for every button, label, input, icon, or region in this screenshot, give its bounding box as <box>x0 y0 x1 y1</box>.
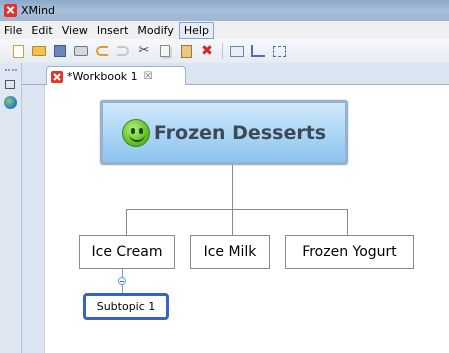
cut-icon: ✂ <box>138 43 150 58</box>
left-sidebar-strip <box>0 63 22 353</box>
undo-icon <box>96 46 108 56</box>
smiley-icon <box>121 118 150 147</box>
connector-line <box>126 209 347 210</box>
menu-edit[interactable]: Edit <box>27 23 56 38</box>
paste-icon <box>180 44 192 58</box>
topic-label: Frozen Yogurt <box>302 244 397 260</box>
insert-floating-topic-button[interactable] <box>271 43 287 59</box>
drag-handle-icon[interactable] <box>5 69 17 73</box>
insert-topic-icon <box>230 45 244 57</box>
menu-view[interactable]: View <box>58 23 92 38</box>
paste-button[interactable] <box>178 43 194 59</box>
redo-button[interactable] <box>115 43 131 59</box>
delete-icon: ✖ <box>201 43 213 59</box>
copy-icon <box>160 45 170 57</box>
open-folder-icon <box>32 46 46 56</box>
cut-button[interactable]: ✂ <box>136 43 152 59</box>
insert-topic-button[interactable] <box>229 43 245 59</box>
window-title: XMind <box>21 4 56 17</box>
restore-view-icon[interactable] <box>5 80 15 89</box>
editor-tab-bar: *Workbook 1 ☒ <box>22 63 449 86</box>
close-tab-icon[interactable]: ☒ <box>144 71 153 82</box>
save-button[interactable] <box>52 43 68 59</box>
tab-workbook-1[interactable]: *Workbook 1 ☒ <box>46 66 186 86</box>
subtopic-label: Subtopic 1 <box>96 300 156 313</box>
xmind-file-icon <box>51 70 63 83</box>
connector-line <box>347 209 348 235</box>
topic-label: Ice Cream <box>91 244 163 260</box>
connector-line <box>232 165 233 209</box>
save-icon <box>54 45 66 57</box>
connector-line <box>126 209 127 235</box>
topic-ice-milk[interactable]: Ice Milk <box>190 235 270 269</box>
toolbar-separator <box>222 43 223 59</box>
tab-label: *Workbook 1 <box>67 70 138 83</box>
menu-bar: File Edit View Insert Modify Help <box>0 21 449 39</box>
globe-icon[interactable] <box>4 96 17 109</box>
redo-icon <box>117 46 129 56</box>
menu-modify[interactable]: Modify <box>133 23 177 38</box>
open-button[interactable] <box>31 43 47 59</box>
collapse-icon[interactable] <box>118 277 126 285</box>
copy-button[interactable] <box>157 43 173 59</box>
insert-subtopic-button[interactable] <box>250 43 266 59</box>
new-document-icon <box>12 44 24 58</box>
central-topic[interactable]: Frozen Desserts <box>100 100 348 165</box>
delete-button[interactable]: ✖ <box>199 43 215 59</box>
undo-button[interactable] <box>94 43 110 59</box>
central-topic-label: Frozen Desserts <box>153 121 327 144</box>
print-icon <box>74 46 88 56</box>
menu-file[interactable]: File <box>0 23 26 38</box>
new-document-button[interactable] <box>10 43 26 59</box>
print-button[interactable] <box>73 43 89 59</box>
menu-insert[interactable]: Insert <box>93 23 133 38</box>
menu-help[interactable]: Help <box>178 21 214 39</box>
toolbar: ✂ ✖ <box>0 39 449 63</box>
title-bar: XMind <box>0 0 449 21</box>
topic-label: Ice Milk <box>203 244 257 260</box>
topic-frozen-yogurt[interactable]: Frozen Yogurt <box>285 235 414 269</box>
connector-line <box>232 209 233 235</box>
xmind-logo-icon <box>4 4 17 17</box>
xmind-window: XMind File Edit View Insert Modify Help … <box>0 0 449 353</box>
subtopic-1[interactable]: Subtopic 1 <box>83 293 169 320</box>
insert-subtopic-icon <box>251 45 265 57</box>
mindmap-canvas[interactable]: Frozen Desserts Ice Cream Ice Milk Froze… <box>44 85 449 353</box>
topic-ice-cream[interactable]: Ice Cream <box>79 235 175 269</box>
insert-floating-topic-icon <box>272 45 286 57</box>
